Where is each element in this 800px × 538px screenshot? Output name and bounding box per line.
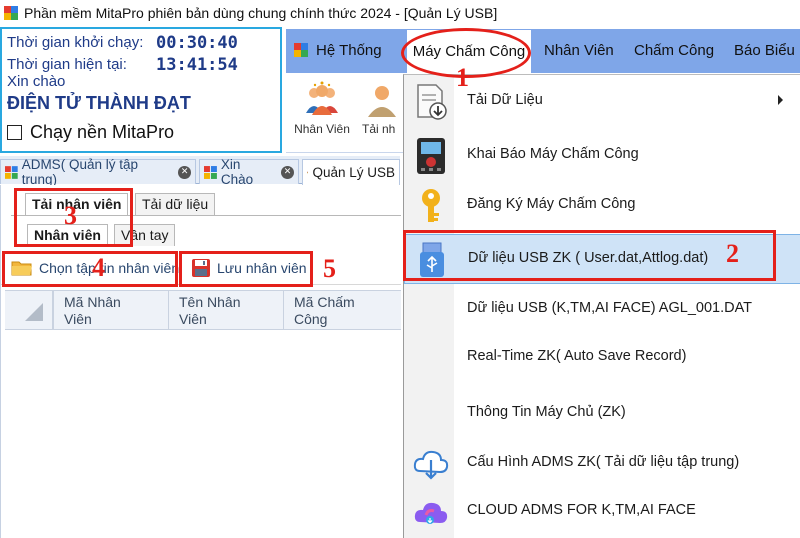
menu-item-download-data-label: Tải Dữ Liệu xyxy=(467,92,543,108)
cloud-download-icon xyxy=(413,450,449,480)
ribbon-tab-reports[interactable]: Báo Biểu xyxy=(734,29,795,73)
save-staff-button[interactable]: Lưu nhân viên xyxy=(191,256,307,280)
doc-tab-welcome[interactable]: Xin Chào ✕ xyxy=(199,157,299,187)
doc-tab-usb-label: Quản Lý USB xyxy=(312,165,395,180)
column-staff-id-line1: Mã Nhân xyxy=(64,294,121,310)
current-time-label: Thời gian hiện tại: xyxy=(7,56,127,73)
doc-tab-usb-manager[interactable]: Quản Lý USB xyxy=(302,159,400,185)
ribbon-button-staff-label: Nhân Viên xyxy=(294,122,350,136)
menu-item-declare-device[interactable]: Khai Báo Máy Chấm Công xyxy=(404,131,800,181)
run-background-checkbox[interactable]: Chạy nền MitaPro xyxy=(7,122,174,143)
tab-fingerprint[interactable]: Vân tay xyxy=(114,224,176,246)
staff-toolbar: Chọn tập tin nhân viên Lưu nhân viên xyxy=(1,251,401,285)
checkbox-box[interactable] xyxy=(7,125,22,140)
session-info-panel: Thời gian khởi chạy: 00:30:40 Thời gian … xyxy=(0,27,282,153)
title-bar: Phần mềm MitaPro phiên bản dùng chung ch… xyxy=(0,0,800,26)
menu-item-adms-config-label: Cấu Hình ADMS ZK( Tải dữ liệu tập trung) xyxy=(467,454,740,470)
module-grid-icon xyxy=(204,165,217,179)
menu-item-declare-device-label: Khai Báo Máy Chấm Công xyxy=(467,146,639,162)
ribbon-tab-employees[interactable]: Nhân Viên xyxy=(544,29,614,73)
save-staff-label: Lưu nhân viên xyxy=(217,260,307,276)
annotation-step-4: 4 xyxy=(92,253,105,282)
menu-item-usb-agl-data[interactable]: Dữ liệu USB (K,TM,AI FACE) AGL_001.DAT xyxy=(404,285,800,335)
menu-item-usb-agl-data-label: Dữ liệu USB (K,TM,AI FACE) AGL_001.DAT xyxy=(467,300,753,316)
current-time-value: 13:41:54 xyxy=(156,55,238,75)
column-attendance-id-line1: Mã Chấm xyxy=(294,294,355,310)
start-time-label: Thời gian khởi chạy: xyxy=(7,34,144,51)
ribbon-button-download-staff[interactable]: Tải nh xyxy=(362,79,406,136)
staff-table-header: Mã Nhân Viên Tên Nhân Viên Mã Chấm Công xyxy=(5,290,401,330)
usb-manager-panel: Tải nhân viên Tải dữ liệu Nhân viên Vân … xyxy=(0,185,401,538)
ribbon-tab-timekeeping-label: Chấm Công xyxy=(634,42,715,59)
annotation-step-2: 2 xyxy=(726,239,739,268)
column-header-staff-id[interactable]: Mã Nhân Viên xyxy=(53,291,121,329)
table-corner xyxy=(5,291,53,329)
system-grid-icon xyxy=(294,43,308,57)
menu-item-adms-config[interactable]: Cấu Hình ADMS ZK( Tải dữ liệu tập trung) xyxy=(404,439,800,489)
tab-download-data[interactable]: Tải dữ liệu xyxy=(135,193,216,215)
tab-fingerprint-label: Vân tay xyxy=(121,227,169,243)
ribbon-button-download-staff-label: Tải nh xyxy=(362,122,396,136)
ribbon-button-staff[interactable]: Nhân Viên xyxy=(290,79,354,136)
close-icon[interactable]: ✕ xyxy=(178,165,191,179)
window-title: Phần mềm MitaPro phiên bản dùng chung ch… xyxy=(24,5,498,21)
close-icon[interactable]: ✕ xyxy=(281,165,294,179)
annotation-step-3: 3 xyxy=(64,201,77,230)
company-name: ĐIỆN TỬ THÀNH ĐẠT xyxy=(7,93,191,113)
column-staff-name-line2: Viên xyxy=(179,311,207,327)
annotation-step-5: 5 xyxy=(323,254,336,283)
ribbon-tab-attendance-device[interactable]: Máy Chấm Công xyxy=(406,29,532,73)
column-staff-name-line1: Tên Nhân xyxy=(179,294,241,310)
ribbon-tab-device-label: Máy Chấm Công xyxy=(412,43,526,60)
run-background-label: Chạy nền MitaPro xyxy=(30,122,175,142)
menu-item-realtime-zk-label: Real-Time ZK( Auto Save Record) xyxy=(467,348,687,364)
column-header-staff-name[interactable]: Tên Nhân Viên xyxy=(168,291,240,329)
staff-download-icon xyxy=(368,86,396,117)
column-attendance-id-line2: Công xyxy=(294,311,328,327)
folder-icon xyxy=(11,261,32,276)
document-download-icon xyxy=(417,84,447,120)
start-time-value: 00:30:40 xyxy=(156,33,238,53)
menu-item-server-info-label: Thông Tin Máy Chủ (ZK) xyxy=(467,404,626,420)
app-icon xyxy=(4,6,18,20)
ribbon-tab-system[interactable]: Hệ Thống xyxy=(294,29,382,73)
menu-item-usb-zk-data[interactable]: Dữ liệu USB ZK ( User.dat,Attlog.dat) xyxy=(404,234,800,284)
table-corner-triangle xyxy=(25,303,43,321)
module-grid-icon xyxy=(307,171,309,174)
document-tab-bar: ADMS( Quản lý tập trung) ✕ Xin Chào ✕ Qu… xyxy=(0,156,400,187)
ribbon-tab-bar: Hệ Thống Máy Chấm Công Nhân Viên Chấm Cô… xyxy=(286,29,800,73)
save-disk-icon xyxy=(192,259,210,277)
key-icon xyxy=(422,189,440,222)
greeting: Xin chào xyxy=(7,73,66,90)
column-header-attendance-id[interactable]: Mã Chấm Công xyxy=(283,291,355,329)
ribbon-tab-employees-label: Nhân Viên xyxy=(544,42,614,59)
ribbon-tab-timekeeping[interactable]: Chấm Công xyxy=(634,29,714,73)
choose-staff-file-label: Chọn tập tin nhân viên xyxy=(39,260,180,276)
menu-item-usb-zk-data-label: Dữ liệu USB ZK ( User.dat,Attlog.dat) xyxy=(468,250,709,266)
ribbon-tab-reports-label: Báo Biểu xyxy=(734,42,795,59)
attendance-device-menu: Tải Dữ Liệu Khai Báo Máy Chấm Công Đăng … xyxy=(403,74,800,538)
annotation-step-1: 1 xyxy=(456,63,469,92)
usb-drive-icon xyxy=(420,242,444,277)
menu-item-realtime-zk[interactable]: Real-Time ZK( Auto Save Record) xyxy=(404,333,800,383)
menu-item-cloud-adms[interactable]: CLOUD ADMS FOR K,TM,AI FACE xyxy=(404,487,800,537)
menu-item-register-device[interactable]: Đăng Ký Máy Chấm Công xyxy=(404,181,800,231)
doc-tab-adms-label: ADMS( Quản lý tập trung) xyxy=(21,157,138,187)
module-grid-icon xyxy=(5,165,18,179)
attendance-device-icon xyxy=(417,138,445,174)
menu-item-server-info[interactable]: Thông Tin Máy Chủ (ZK) xyxy=(404,389,800,439)
doc-tab-adms[interactable]: ADMS( Quản lý tập trung) ✕ xyxy=(0,157,196,187)
menu-item-cloud-adms-label: CLOUD ADMS FOR K,TM,AI FACE xyxy=(467,502,696,518)
column-staff-id-line2: Viên xyxy=(64,311,92,327)
staff-group-icon xyxy=(306,81,338,115)
submenu-arrow-icon xyxy=(778,95,783,105)
menu-item-register-device-label: Đăng Ký Máy Chấm Công xyxy=(467,196,636,212)
ribbon-tab-system-label: Hệ Thống xyxy=(316,42,382,59)
cloud-color-icon xyxy=(414,502,448,524)
tab-download-data-label: Tải dữ liệu xyxy=(142,196,209,212)
doc-tab-welcome-label: Xin Chào xyxy=(220,157,254,187)
